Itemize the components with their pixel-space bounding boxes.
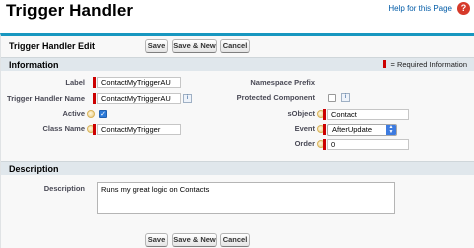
save-new-button[interactable]: Save & New bbox=[172, 39, 217, 53]
trigger-handler-edit-block: Trigger Handler Edit Save Save & New Can… bbox=[0, 33, 474, 248]
event-select-value: AfterUpdate bbox=[332, 125, 373, 134]
handler-name-label: Trigger Handler Name bbox=[7, 94, 85, 103]
save-button[interactable]: Save bbox=[145, 233, 168, 247]
handler-name-input[interactable]: ContactMyTriggerAU bbox=[97, 93, 181, 104]
order-input[interactable]: 0 bbox=[327, 139, 409, 150]
required-legend: = Required Information bbox=[383, 60, 467, 69]
cancel-button[interactable]: Cancel bbox=[220, 233, 250, 247]
namespace-prefix-label: Namespace Prefix bbox=[250, 78, 315, 87]
save-new-button[interactable]: Save & New bbox=[172, 233, 217, 247]
required-indicator bbox=[323, 139, 326, 150]
info-icon[interactable]: i bbox=[341, 93, 350, 102]
description-textarea[interactable]: Runs my great logic on Contacts bbox=[97, 182, 395, 214]
description-title: Description bbox=[9, 164, 59, 174]
page-title: Trigger Handler bbox=[6, 1, 134, 20]
required-bar-icon bbox=[383, 60, 387, 68]
description-section-header: Description bbox=[1, 161, 474, 175]
help-bubble-icon[interactable] bbox=[87, 110, 95, 118]
protected-component-checkbox[interactable] bbox=[328, 94, 336, 102]
active-label: Active bbox=[62, 109, 85, 118]
chevron-up-down-icon: ▲ ▼ bbox=[386, 125, 396, 135]
protected-component-label: Protected Component bbox=[236, 93, 315, 102]
cancel-button[interactable]: Cancel bbox=[220, 39, 250, 53]
required-indicator bbox=[323, 109, 326, 120]
sobject-label: sObject bbox=[287, 109, 315, 118]
required-indicator bbox=[323, 124, 326, 135]
class-name-input[interactable]: ContactMyTrigger bbox=[97, 124, 181, 135]
information-title: Information bbox=[9, 60, 59, 70]
order-label: Order bbox=[294, 139, 315, 148]
required-indicator bbox=[93, 124, 96, 135]
help-icon[interactable]: ? bbox=[457, 2, 470, 15]
description-label: Description bbox=[43, 184, 85, 193]
required-indicator bbox=[93, 93, 96, 104]
active-checkbox[interactable]: ✓ bbox=[99, 110, 107, 118]
info-icon[interactable]: i bbox=[183, 94, 192, 103]
save-button[interactable]: Save bbox=[145, 39, 168, 53]
sobject-input[interactable]: Contact bbox=[327, 109, 409, 120]
event-label: Event bbox=[294, 124, 315, 133]
help-link[interactable]: Help for this Page bbox=[388, 4, 452, 13]
class-name-label: Class Name bbox=[42, 124, 85, 133]
required-note: = Required Information bbox=[390, 60, 467, 69]
information-section-header: Information = Required Information bbox=[1, 57, 474, 71]
edit-title: Trigger Handler Edit bbox=[9, 41, 96, 51]
label-input[interactable]: ContactMyTriggerAU bbox=[97, 77, 181, 88]
event-select[interactable]: AfterUpdate ▲ ▼ bbox=[327, 124, 397, 136]
required-indicator bbox=[93, 77, 96, 88]
label-field-label: Label bbox=[65, 78, 85, 87]
